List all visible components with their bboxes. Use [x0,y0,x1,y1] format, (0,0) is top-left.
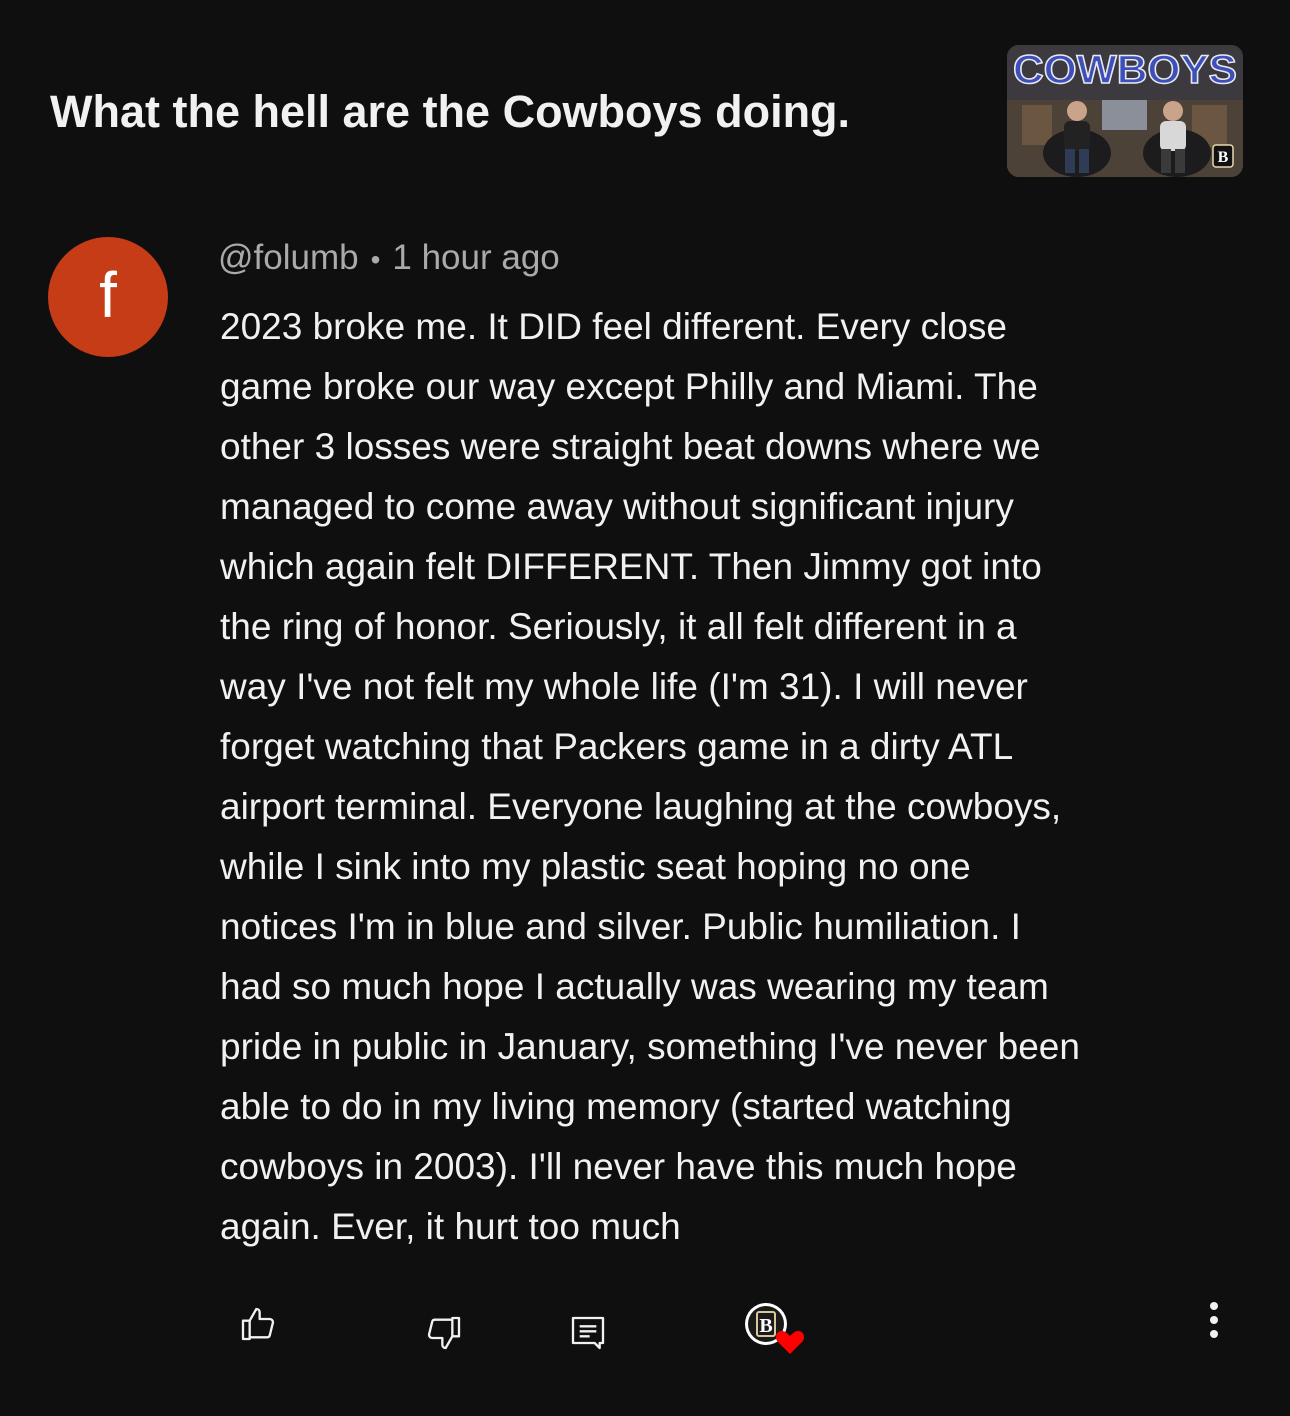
comment-author[interactable]: @folumb [218,238,359,277]
comment-line: the ring of honor. Seriously, it all fel… [220,606,1017,647]
comment-line: game broke our way except Philly and Mia… [220,366,1038,407]
comment-line: notices I'm in blue and silver. Public h… [220,906,1021,947]
comment-line: pride in public in January, something I'… [220,1026,1080,1067]
like-button[interactable] [230,1296,286,1352]
svg-text:COWBOYS: COWBOYS [1013,48,1237,92]
avatar[interactable]: f [48,237,168,357]
comment-line: airport terminal. Everyone laughing at t… [220,786,1062,827]
comment-line: other 3 losses were straight beat downs … [220,426,1041,467]
comment-line: 2023 broke me. It DID feel different. Ev… [220,306,1007,347]
comment-text: 2023 broke me. It DID feel different. Ev… [220,297,1250,1257]
comment-line: had so much hope I actually was wearing … [220,966,1049,1007]
svg-text:B: B [1218,149,1229,166]
meta-separator: • [370,244,381,275]
thumbs-down-icon [427,1316,461,1350]
comment-line: cowboys in 2003). I'll never have this m… [220,1146,1017,1187]
comment-line: able to do in my living memory (started … [220,1086,1012,1127]
comment-line: way I've not felt my whole life (I'm 31)… [220,666,1028,707]
comment-line: forget watching that Packers game in a d… [220,726,1014,767]
svg-text:B: B [759,1315,772,1337]
comment-meta: @folumb • 1 hour ago [218,236,560,282]
comment-line: which again felt DIFFERENT. Then Jimmy g… [220,546,1042,587]
creator-heart-icon: B [745,1303,805,1354]
comment-line: again. Ever, it hurt too much [220,1206,681,1247]
comment-line: while I sink into my plastic seat hoping… [220,846,971,887]
more-vertical-icon [1210,1302,1218,1338]
comment-line: managed to come away without significant… [220,486,1014,527]
more-options-button[interactable] [1192,1298,1236,1342]
thumbs-up-icon [241,1307,275,1341]
video-title[interactable]: What the hell are the Cowboys doing. [50,82,970,142]
avatar-letter: f [99,259,117,331]
comment-timestamp[interactable]: 1 hour ago [392,238,559,277]
creator-heart-badge: B [738,1298,810,1358]
comment-icon [571,1316,605,1350]
dislike-button[interactable] [416,1305,472,1361]
video-thumbnail[interactable]: COWBOYS B [1007,45,1243,177]
reply-button[interactable] [560,1305,616,1361]
